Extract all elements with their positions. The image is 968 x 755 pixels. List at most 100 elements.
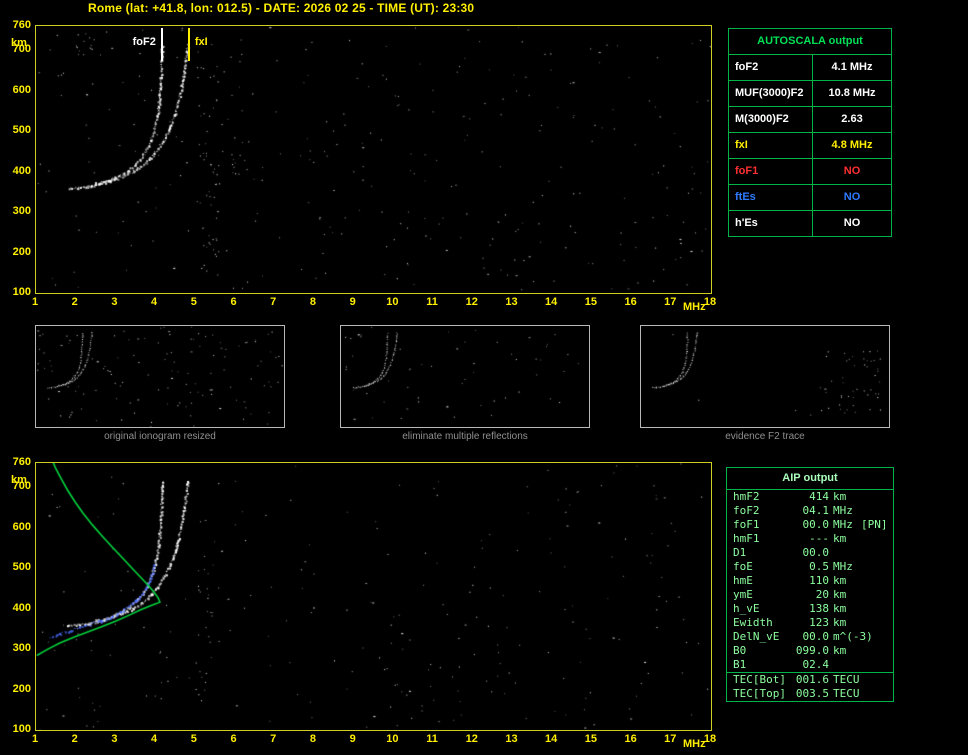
aip-row-label: DelN_vE [733, 630, 780, 643]
x-axis-tick: 15 [584, 733, 597, 745]
aip-row-value: --- [809, 532, 829, 545]
y-axis-tick: 600 [12, 83, 31, 96]
aip-row-unit: TECU [833, 673, 860, 686]
aip-row: foE 0.5 MHz [727, 560, 893, 574]
y-axis-tick: 500 [12, 124, 31, 137]
y-axis-tick: 200 [12, 682, 31, 695]
aip-row: h_vE 138 km [727, 602, 893, 616]
y-axis-tick: 300 [12, 642, 31, 655]
aip-row-value: 0.5 [809, 560, 829, 573]
aip-row-value: 00.0 [802, 546, 830, 559]
aip-row: B0 099.0 km [727, 644, 893, 658]
x-axis-tick: 9 [349, 296, 356, 308]
thumbnail-original-ionogram [35, 325, 285, 428]
x-axis-tick: 12 [465, 733, 478, 745]
aip-row-value: 001.6 [795, 673, 829, 686]
aip-row-unit: km [833, 574, 847, 587]
autoscala-row: fxI 4.8 MHz [729, 133, 891, 159]
x-axis-tick: 12 [465, 296, 478, 308]
aip-row-unit: MHz [833, 518, 853, 531]
autoscala-row-label: MUF(3000)F2 [729, 81, 813, 106]
autoscala-row-label: foF2 [729, 55, 813, 80]
aip-row-label: hmF1 [733, 532, 760, 545]
aip-row: foF1 00.0 MHz [PN] [727, 518, 893, 532]
aip-row: hmF1 --- km [727, 532, 893, 546]
aip-row-value: 00.0 [802, 518, 830, 531]
aip-row-value: 02.4 [802, 658, 830, 671]
fxI-marker-label: fxI [194, 36, 208, 48]
x-axis-tick: 9 [349, 733, 356, 745]
autoscala-output-table: AUTOSCALA output foF2 4.1 MHz MUF(3000)F2 1… [728, 28, 892, 237]
aip-row: Ewidth 123 km [727, 616, 893, 630]
autoscala-window: Rome (lat: +41.8, lon: 012.5) - DATE: 20… [0, 0, 968, 755]
x-axis-tick: 14 [545, 296, 558, 308]
autoscala-row-value: NO [843, 191, 861, 203]
aip-row: ymE 20 km [727, 588, 893, 602]
x-axis-tick: 8 [309, 733, 316, 745]
aip-row-label: hmF2 [733, 490, 760, 503]
x-axis-tick: 11 [426, 296, 438, 308]
autoscala-row: foF1 NO [729, 159, 891, 185]
aip-row: foF2 04.1 MHz [727, 504, 893, 518]
aip-row-value: 20 [815, 588, 829, 601]
x-axis-tick: 7 [270, 733, 277, 745]
x-axis-tick: 4 [151, 296, 158, 308]
y-axis-tick: 500 [12, 561, 31, 574]
aip-row-unit: km [833, 490, 847, 503]
autoscala-row-value: 4.1 MHz [831, 61, 873, 73]
x-axis-tick: 5 [190, 296, 197, 308]
aip-row-unit: MHz [833, 504, 853, 517]
x-axis-tick: 6 [230, 733, 237, 745]
autoscala-row: M(3000)F2 2.63 [729, 107, 891, 133]
autoscala-row-label: ftEs [729, 185, 813, 210]
aip-row-value: 123 [809, 616, 829, 629]
thumbnail-caption-f2-trace: evidence F2 trace [725, 431, 805, 442]
ionogram-plot: foF2 fxI [35, 25, 712, 294]
profile-plot [35, 462, 712, 731]
aip-row-label: B1 [733, 658, 747, 671]
aip-row-label: ymE [733, 588, 753, 601]
thumbnail-filtered-canvas [341, 326, 589, 427]
aip-tec-row: TEC[Bot] 001.6 TECU [727, 673, 893, 687]
aip-tec-row: TEC[Top] 003.5 TECU [727, 687, 893, 701]
x-axis-tick: 3 [111, 296, 118, 308]
thumbnail-f2-trace-canvas [641, 326, 889, 427]
x-axis-tick: 2 [71, 733, 78, 745]
aip-row: DelN_vE 00.0 m^(-3) [727, 630, 893, 644]
aip-rows: hmF2 414 km foF2 04.1 MHz foF1 00.0 MHz [PN] hmF1-… [727, 490, 893, 672]
y-axis-tick: 200 [12, 245, 31, 258]
aip-row-label: foE [733, 560, 753, 573]
aip-row-value: 00.0 [802, 630, 830, 643]
x-axis-tick: 13 [505, 733, 518, 745]
autoscala-row: h'Es NO [729, 211, 891, 236]
autoscala-row-value: NO [843, 165, 861, 177]
thumbnail-f2-trace [640, 325, 890, 428]
x-axis-tick: 8 [309, 296, 316, 308]
x-axis-tick: 17 [664, 733, 677, 745]
ionogram-canvas [36, 26, 711, 293]
aip-row-label: TEC[Bot] [733, 673, 786, 686]
aip-row-unit: km [833, 602, 847, 615]
aip-row-label: Ewidth [733, 616, 773, 629]
thumbnail-caption-original: original ionogram resized [104, 431, 216, 442]
aip-row-value: 414 [809, 490, 829, 503]
aip-row: D1 00.0 [727, 546, 893, 560]
x-axis-tick: 16 [624, 296, 637, 308]
autoscala-row: foF2 4.1 MHz [729, 55, 891, 81]
aip-row-unit: TECU [833, 687, 860, 700]
x-axis-tick: 10 [386, 296, 399, 308]
aip-row-label: B0 [733, 644, 747, 657]
x-axis-tick: 5 [190, 733, 197, 745]
aip-row-unit: m^(-3) [833, 630, 873, 643]
autoscala-row-value: 2.63 [841, 113, 863, 125]
aip-row-label: h_vE [733, 602, 760, 615]
aip-row-label: foF2 [733, 504, 760, 517]
autoscala-row-label: fxI [729, 133, 813, 158]
aip-row-unit: km [833, 588, 847, 601]
autoscala-row: ftEs NO [729, 185, 891, 211]
autoscala-row-value: NO [843, 217, 861, 229]
aip-row-unit: km [833, 532, 847, 545]
autoscala-table-title: AUTOSCALA output [729, 29, 891, 55]
aip-row-unit: MHz [833, 560, 853, 573]
y-axis-tick: 600 [12, 520, 31, 533]
